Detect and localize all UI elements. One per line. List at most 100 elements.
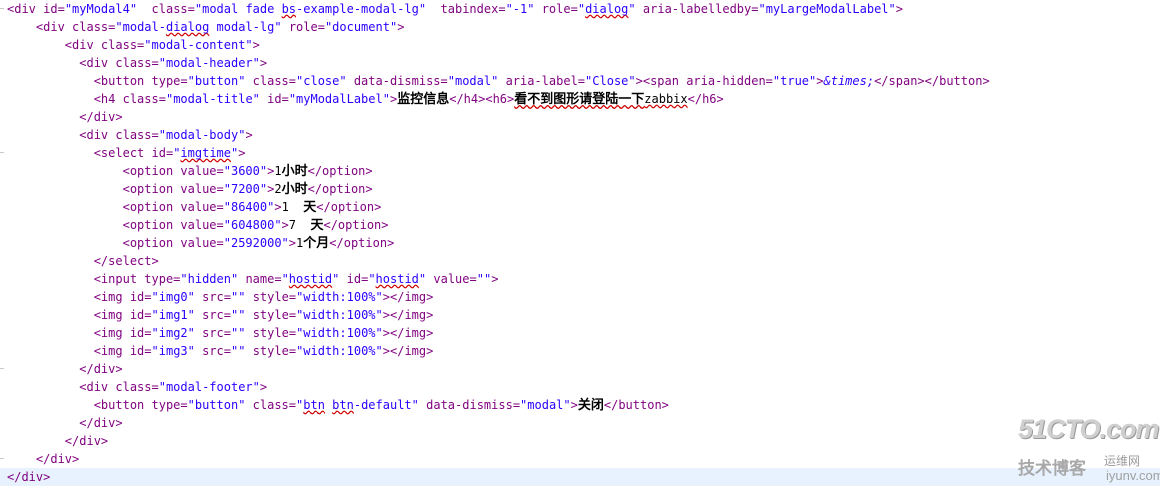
code-token: "myLargeModalLabel" bbox=[758, 2, 896, 16]
code-token: "2592000" bbox=[223, 236, 289, 250]
code-token: type= bbox=[151, 74, 188, 88]
code-line[interactable]: <div class="modal-footer"> bbox=[0, 378, 267, 396]
code-token: id= bbox=[43, 2, 65, 16]
watermark-sub-text-right: 运维网 bbox=[1104, 454, 1141, 468]
code-line[interactable]: <option value="86400">1 天</option> bbox=[0, 198, 382, 216]
code-token: "width:100%" bbox=[296, 308, 383, 322]
code-token: id= bbox=[129, 308, 152, 322]
code-line[interactable]: <img id="img3" src="" style="width:100%"… bbox=[0, 342, 434, 360]
code-token: "modal" bbox=[447, 74, 499, 88]
code-token: " bbox=[628, 2, 636, 16]
code-editor[interactable]: <div id="myModal4" class="modal fade bs-… bbox=[0, 0, 1160, 490]
code-token: "" bbox=[231, 308, 246, 322]
code-line[interactable]: <div id="myModal4" class="modal fade bs-… bbox=[0, 0, 903, 18]
code-token: "close" bbox=[296, 74, 347, 88]
code-line[interactable]: <input type="hidden" name="hostid" id="h… bbox=[0, 270, 499, 288]
code-line[interactable]: </select> bbox=[0, 252, 159, 270]
code-token: hostid bbox=[288, 272, 333, 286]
code-token: <option bbox=[122, 218, 181, 232]
code-token: "img0" bbox=[151, 290, 195, 304]
code-token: aria-label= bbox=[505, 74, 586, 88]
code-line[interactable]: <button type="button" class="btn btn-def… bbox=[0, 396, 669, 414]
code-token: src= bbox=[202, 344, 232, 358]
code-token: style= bbox=[252, 290, 297, 304]
code-line[interactable]: </div> bbox=[0, 450, 79, 468]
code-token: 1 bbox=[281, 200, 304, 214]
code-token: dialog bbox=[585, 2, 629, 16]
code-token: btn bbox=[332, 398, 354, 412]
code-line[interactable]: <option value="7200">2小时</option> bbox=[0, 180, 373, 198]
code-line[interactable]: <option value="3600">1小时</option> bbox=[0, 162, 373, 180]
code-token: </div> bbox=[35, 452, 80, 466]
code-line[interactable]: <select id="imgtime"> bbox=[0, 144, 246, 162]
code-token: </span></button> bbox=[874, 74, 990, 88]
code-token: <input bbox=[93, 272, 145, 286]
code-line[interactable]: <option value="604800">7 天</option> bbox=[0, 216, 389, 234]
code-token: class= bbox=[115, 128, 159, 142]
code-token: > bbox=[816, 74, 824, 88]
code-token: <div bbox=[79, 380, 116, 394]
code-token: "" bbox=[231, 326, 246, 340]
code-token: "modal fade bbox=[194, 2, 282, 16]
code-token: </div> bbox=[7, 470, 51, 484]
code-token: <div bbox=[7, 2, 44, 16]
code-token: type= bbox=[151, 398, 188, 412]
code-line[interactable]: </div> bbox=[0, 360, 122, 378]
code-line[interactable]: <img id="img0" src="" style="width:100%"… bbox=[0, 288, 434, 306]
code-token: <div bbox=[79, 56, 116, 70]
code-token: "img3" bbox=[151, 344, 195, 358]
code-token: "hidden" bbox=[180, 272, 239, 286]
code-line[interactable]: </div> bbox=[0, 468, 1160, 486]
code-line[interactable]: <button type="button" class="close" data… bbox=[0, 72, 990, 90]
code-token: class= bbox=[122, 92, 166, 106]
code-token: ><span bbox=[635, 74, 687, 88]
code-line[interactable]: <img id="img1" src="" style="width:100%"… bbox=[0, 306, 434, 324]
code-token: class= bbox=[115, 56, 159, 70]
code-token: <option bbox=[122, 164, 181, 178]
code-token: aria-hidden= bbox=[686, 74, 773, 88]
code-token: value= bbox=[433, 272, 477, 286]
code-line[interactable]: <option value="2592000">1个月</option> bbox=[0, 234, 395, 252]
code-line[interactable]: </div> bbox=[0, 414, 122, 432]
code-line[interactable]: <h4 class="modal-title" id="myModalLabel… bbox=[0, 90, 724, 108]
code-token: "myModalLabel" bbox=[288, 92, 390, 106]
code-token: </h6> bbox=[687, 92, 724, 106]
code-token: modal-lg" bbox=[209, 20, 282, 34]
code-token: <button bbox=[93, 74, 152, 88]
code-token: <img bbox=[93, 344, 130, 358]
code-token: imgtime bbox=[180, 146, 231, 160]
code-line[interactable]: <img id="img2" src="" style="width:100%"… bbox=[0, 324, 434, 342]
code-token: "button" bbox=[187, 398, 246, 412]
code-token: "myModal4" bbox=[64, 2, 138, 16]
code-line[interactable]: <div class="modal-body"> bbox=[0, 126, 252, 144]
code-token: src= bbox=[202, 326, 232, 340]
code-token: class= bbox=[252, 74, 297, 88]
code-token: -default" bbox=[353, 398, 419, 412]
code-line[interactable]: </div> bbox=[0, 432, 108, 450]
code-token: </div> bbox=[79, 110, 123, 124]
code-token: id= bbox=[129, 344, 152, 358]
code-token: &times; bbox=[823, 74, 875, 88]
code-line[interactable]: <div class="modal-content"> bbox=[0, 36, 260, 54]
code-token: 小时 bbox=[281, 182, 308, 197]
code-line[interactable]: </div> bbox=[0, 108, 123, 126]
code-token: id= bbox=[129, 290, 152, 304]
code-line[interactable]: <div class="modal-dialog modal-lg" role=… bbox=[0, 18, 405, 36]
code-token: class= bbox=[115, 380, 159, 394]
code-line[interactable]: <div class="modal-header"> bbox=[0, 54, 267, 72]
code-token: id= bbox=[129, 326, 152, 340]
watermark-main-text: 51CTO.com bbox=[1018, 414, 1160, 444]
